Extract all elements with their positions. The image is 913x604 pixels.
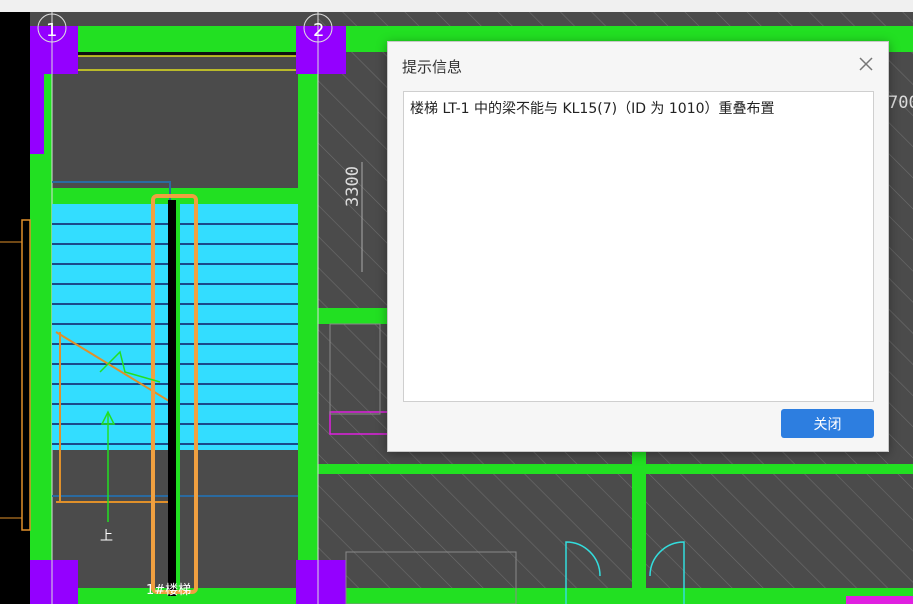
- dialog-message-box[interactable]: 楼梯 LT-1 中的梁不能与 KL15(7)（ID 为 1010）重叠布置: [403, 91, 874, 402]
- top-toolbar-strip: [0, 0, 913, 12]
- right-beam-2: [318, 464, 913, 474]
- column-1-ext: [30, 74, 44, 154]
- cad-viewport[interactable]: 1 2 上 1#楼梯 3300 70 提示信息 楼梯 LT-1 中的梁不能与 K…: [0, 0, 913, 604]
- info-dialog: 提示信息 楼梯 LT-1 中的梁不能与 KL15(7)（ID 为 1010）重叠…: [387, 41, 889, 452]
- magenta-marker: [846, 596, 913, 604]
- axis2-beam: [298, 26, 318, 604]
- axis-label-1: 1: [46, 20, 57, 41]
- close-button[interactable]: 关闭: [781, 409, 874, 438]
- right-vertical-beam: [632, 452, 646, 604]
- stair-up-mark: 上: [100, 529, 113, 544]
- dialog-message: 楼梯 LT-1 中的梁不能与 KL15(7)（ID 为 1010）重叠布置: [410, 101, 775, 117]
- column-3: [30, 560, 78, 604]
- right-beam-1: [318, 308, 388, 324]
- dialog-title: 提示信息: [402, 58, 463, 76]
- dimension-3300: 3300: [343, 166, 363, 207]
- close-icon[interactable]: [856, 54, 876, 74]
- dimension-700: 700: [888, 93, 913, 113]
- stair-tag: 1#楼梯: [146, 583, 191, 598]
- left-void: [0, 12, 30, 604]
- axis-label-2: 2: [313, 20, 324, 41]
- stair-center-beam-edge: [176, 200, 180, 596]
- column-4: [296, 560, 346, 604]
